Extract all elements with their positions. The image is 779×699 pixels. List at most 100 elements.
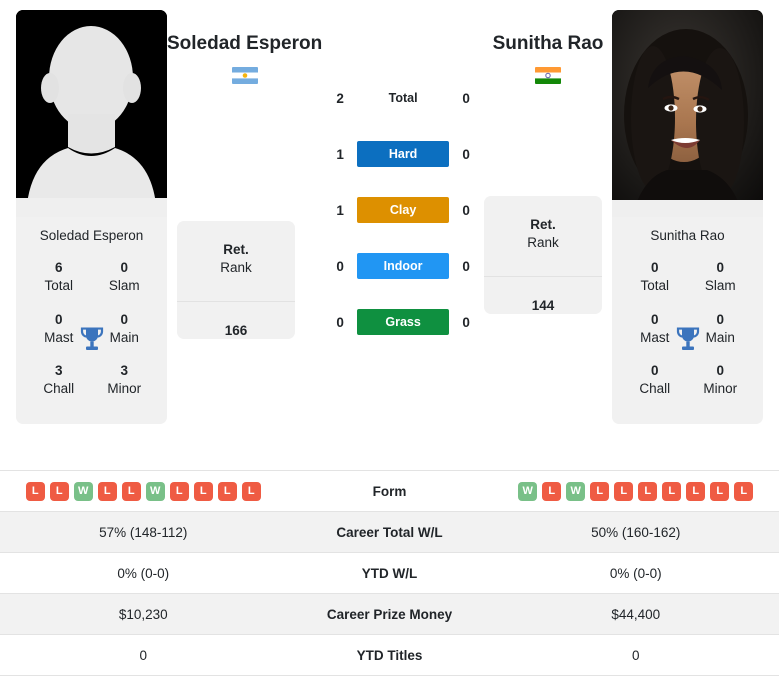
trophy-icon [676,327,699,350]
form-badge-w: W [566,481,586,501]
player-comparison-page: Soledad Esperon 6 Total 0 Slam 0 Mast 0 … [0,0,779,699]
left-player-name-block: Soledad Esperon [167,10,322,85]
right-form-cell: WLWLLLLLLL [492,470,779,512]
left-indoor-count: 0 [336,258,344,274]
left-minor-value: 3 [120,363,128,379]
left-titles-total: 6 Total [26,253,92,305]
right-grass-count: 0 [462,314,470,330]
player-portrait-image [612,10,763,217]
surface-label-total: Total [388,91,418,105]
right-player-info: Sunitha Rao Ret. Rank 144 High [484,10,612,315]
table-row-career-prize-money: $10,230 Career Prize Money $44,400 [0,593,779,635]
left-rank-cell-high: 166 High [177,302,295,339]
row-label-career-total-wl: Career Total W/L [286,511,493,553]
right-career-prize-money: $44,400 [492,593,779,635]
right-rank-card[interactable]: Ret. Rank 144 High 38 Age R Plays [484,196,602,315]
form-badge-l: L [217,481,237,501]
right-ytd-titles: 0 [492,634,779,676]
right-indoor-count: 0 [462,258,470,274]
right-clay-count: 0 [462,202,470,218]
form-badge-l: L [97,481,117,501]
right-slam-label: Slam [704,278,736,293]
right-titles-total: 0 Total [622,253,688,305]
form-badge-l: L [638,481,658,501]
left-total-label: Total [44,278,74,293]
argentina-flag-icon [231,67,258,85]
form-badge-l: L [241,481,261,501]
india-flag-icon [535,67,561,85]
left-grass-count: 0 [336,314,344,330]
form-badge-l: L [542,481,562,501]
surface-row-clay: 1 Clay 0 [322,182,484,238]
table-row-form: LLWLLWLLLL Form WLWLLLLLLL [0,470,779,512]
right-slam-value: 0 [716,260,724,276]
right-rank-cell-rank: Ret. Rank [484,196,602,278]
surface-comparison: 2 Total 0 1 Hard 0 1 Clay 0 0 Indoor 0 0 [322,10,484,350]
form-badge-w: W [145,481,165,501]
left-minor-label: Minor [107,381,142,397]
left-player-photo[interactable] [16,10,167,217]
left-clay-count: 1 [336,202,344,218]
surface-label-grass[interactable]: Grass [357,309,450,335]
right-player-card[interactable]: Sunitha Rao 0 Total 0 Slam 0 Mast 0 Main… [612,10,763,425]
surface-label-hard[interactable]: Hard [357,141,450,167]
right-total-value: 0 [650,260,659,276]
surface-row-indoor: 0 Indoor 0 [322,238,484,294]
right-titles-grid: 0 Total 0 Slam 0 Mast 0 Main 0 Chall 0 M… [612,253,763,424]
left-ytd-titles: 0 [0,634,287,676]
form-badge-l: L [710,481,730,501]
stats-comparison-table: LLWLLWLLLL Form WLWLLLLLLL 57% (148-112)… [0,470,779,676]
right-player-name-block: Sunitha Rao [484,10,612,85]
left-hard-count: 1 [336,146,344,162]
right-rank-cell-high: 144 High [484,277,602,314]
right-player-name: Sunitha Rao [492,33,604,54]
left-ytd-wl: 0% (0-0) [0,552,287,594]
row-label-career-prize-money: Career Prize Money [286,593,493,635]
table-row-career-total-wl: 57% (148-112) Career Total W/L 50% (160-… [0,511,779,553]
right-titles-minor: 0 Minor [688,356,754,408]
left-player-card[interactable]: Soledad Esperon 6 Total 0 Slam 0 Mast 0 … [16,10,167,425]
right-ytd-wl: 0% (0-0) [492,552,779,594]
form-badge-w: W [518,481,538,501]
left-rank-label: Rank [220,260,252,276]
right-total-label: Total [640,278,670,293]
left-chall-value: 3 [54,363,63,379]
comparison-header: Soledad Esperon 6 Total 0 Slam 0 Mast 0 … [0,0,779,470]
right-total-count: 0 [462,90,470,106]
right-player-photo[interactable] [612,10,763,217]
surface-row-grass: 0 Grass 0 [322,294,484,350]
form-badge-l: L [662,481,682,501]
right-career-total-wl: 50% (160-162) [492,511,779,553]
left-rank-card[interactable]: Ret. Rank 166 High 38 Age Plays [177,221,295,340]
trophy-icon [80,327,103,350]
left-career-prize-money: $10,230 [0,593,287,635]
left-form-strip: LLWLLWLLLL [6,481,281,501]
right-minor-label: Minor [703,381,738,397]
form-badge-l: L [614,481,634,501]
surface-label-indoor[interactable]: Indoor [357,253,450,279]
right-form-strip: WLWLLLLLLL [499,481,774,501]
left-career-total-wl: 57% (148-112) [0,511,287,553]
left-total-count: 2 [336,90,344,106]
table-row-ytd-titles: 0 YTD Titles 0 [0,634,779,676]
form-badge-l: L [686,481,706,501]
left-titles-minor: 3 Minor [92,356,158,408]
left-slam-label: Slam [108,278,140,293]
left-chall-label: Chall [43,381,75,397]
surface-row-total: 2 Total 0 [322,70,484,126]
form-badge-l: L [169,481,189,501]
right-chall-label: Chall [639,381,671,397]
left-form-cell: LLWLLWLLLL [0,470,287,512]
left-total-value: 6 [54,260,63,276]
left-slam-value: 0 [120,260,128,276]
row-label-ytd-wl: YTD W/L [286,552,493,594]
right-hard-count: 0 [462,146,470,162]
left-player-name-caption: Soledad Esperon [39,228,144,243]
left-titles-slam: 0 Slam [92,253,158,305]
right-rank-label: Rank [527,235,559,251]
left-high-value: 166 [224,323,248,339]
surface-label-clay[interactable]: Clay [357,197,450,223]
right-titles-slam: 0 Slam [688,253,754,305]
left-player-info: Soledad Esperon Ret. Rank 166 High [167,10,322,340]
left-rank-value: Ret. [223,242,249,258]
